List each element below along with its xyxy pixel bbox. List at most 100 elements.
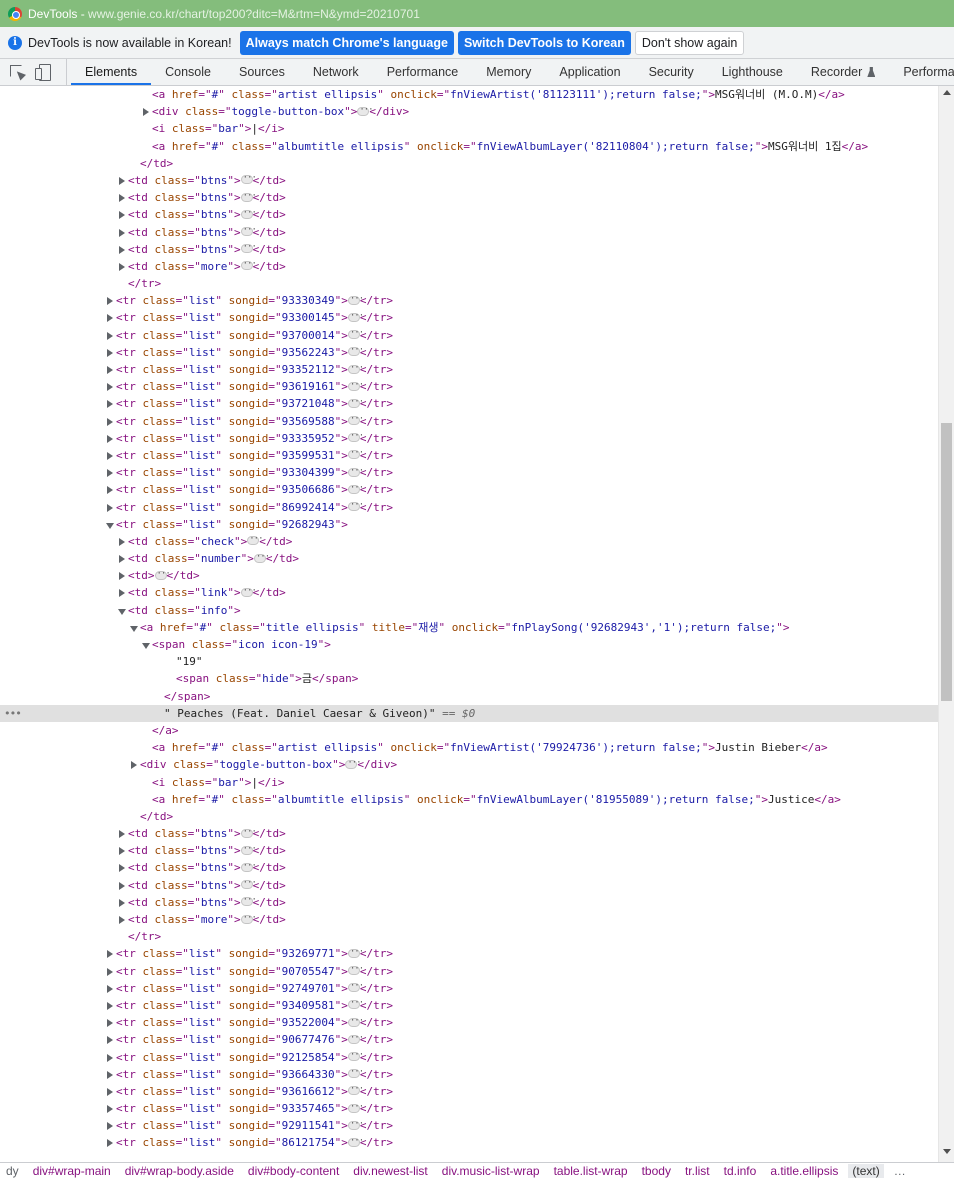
collapsed-content-ellipsis-icon[interactable] — [347, 342, 363, 360]
tab-network[interactable]: Network — [299, 59, 373, 85]
collapsed-content-ellipsis-icon[interactable] — [240, 875, 256, 892]
dom-node-line[interactable]: <tr class="list" songid="93522004"></tr> — [0, 1013, 938, 1031]
collapsed-content-ellipsis-icon[interactable] — [247, 531, 263, 549]
dom-node-line[interactable]: <tr class="list" songid="93599531"></tr> — [0, 445, 938, 464]
breadcrumb-item[interactable]: div#wrap-body.aside — [125, 1164, 234, 1178]
dom-node-line[interactable]: </tr> — [0, 928, 938, 945]
dom-node-line[interactable]: <tr class="list" songid="90705547"></tr> — [0, 961, 938, 980]
collapsed-content-ellipsis-icon[interactable] — [347, 325, 363, 342]
collapsed-content-ellipsis-icon[interactable] — [347, 978, 363, 995]
dom-node-line[interactable]: <span class="hide">금</span> — [0, 670, 938, 687]
dom-node-line[interactable]: <tr class="list" songid="86121754"></tr> — [0, 1133, 938, 1151]
dom-node-line[interactable]: <td class="btns"> </td> — [0, 824, 938, 842]
dom-node-line[interactable]: </span> — [0, 688, 938, 705]
always-match-language-button[interactable]: Always match Chrome's language — [239, 30, 454, 55]
dom-node-line[interactable]: <a href="#" class="artist ellipsis" oncl… — [0, 739, 938, 756]
collapsed-content-ellipsis-icon[interactable] — [347, 944, 363, 961]
tab-performance-insights[interactable]: Performance insights — [889, 59, 954, 85]
dom-node-line[interactable]: <tr class="list" songid="93562243"></tr> — [0, 342, 938, 361]
dom-node-line[interactable]: <a href="#" class="artist ellipsis" oncl… — [0, 86, 938, 103]
switch-to-korean-button[interactable]: Switch DevTools to Korean — [457, 30, 631, 55]
collapsed-content-ellipsis-icon[interactable] — [347, 480, 363, 497]
dom-node-line[interactable]: <a href="#" class="albumtitle ellipsis" … — [0, 138, 938, 155]
breadcrumb-lead[interactable]: dy — [6, 1164, 19, 1178]
tab-elements[interactable]: Elements — [71, 59, 152, 85]
tab-memory[interactable]: Memory — [472, 59, 545, 85]
tab-performance[interactable]: Performance — [373, 59, 473, 85]
collapsed-content-ellipsis-icon[interactable] — [347, 1030, 363, 1047]
collapsed-content-ellipsis-icon[interactable] — [357, 102, 373, 119]
tab-sources[interactable]: Sources — [225, 59, 299, 85]
device-toolbar-icon[interactable] — [34, 63, 52, 81]
collapsed-content-ellipsis-icon[interactable] — [240, 858, 256, 875]
collapsed-content-ellipsis-icon[interactable] — [347, 1047, 363, 1064]
collapsed-content-ellipsis-icon[interactable] — [154, 566, 170, 583]
dom-node-line[interactable]: <td class="btns"> </td> — [0, 892, 938, 911]
dom-node-line[interactable]: <tr class="list" songid="93352112"></tr> — [0, 360, 938, 378]
scroll-up-arrow-icon[interactable] — [943, 90, 951, 95]
dont-show-again-button[interactable]: Don't show again — [634, 30, 745, 55]
dom-node-line[interactable]: <tr class="list" songid="92682943"> — [0, 516, 938, 533]
collapsed-content-ellipsis-icon[interactable] — [347, 291, 363, 308]
breadcrumb-item[interactable]: div.newest-list — [353, 1164, 427, 1178]
dom-node-line[interactable]: <td> </td> — [0, 566, 938, 584]
tab-lighthouse[interactable]: Lighthouse — [708, 59, 797, 85]
dom-node-line[interactable]: <tr class="list" songid="93269771"></tr> — [0, 944, 938, 962]
breadcrumb-item[interactable]: table.list-wrap — [554, 1164, 628, 1178]
dom-node-line[interactable]: <tr class="list" songid="93721048"></tr> — [0, 394, 938, 412]
collapsed-content-ellipsis-icon[interactable] — [347, 463, 363, 480]
dom-node-line[interactable]: <td class="info"> — [0, 602, 938, 619]
collapsed-content-ellipsis-icon[interactable] — [347, 394, 363, 411]
dom-node-line[interactable]: <td class="check"> </td> — [0, 531, 938, 550]
dom-node-line[interactable]: <tr class="list" songid="93569588"></tr> — [0, 411, 938, 430]
collapsed-content-ellipsis-icon[interactable] — [240, 222, 256, 239]
collapsed-content-ellipsis-icon[interactable] — [347, 1133, 363, 1150]
collapsed-content-ellipsis-icon[interactable] — [240, 170, 256, 188]
collapsed-content-ellipsis-icon[interactable] — [347, 360, 363, 377]
selected-dom-node[interactable]: ••• " Peaches (Feat. Daniel Caesar & Give… — [0, 704, 938, 722]
dom-node-line[interactable]: <tr class="list" songid="93409581"></tr> — [0, 995, 938, 1014]
dom-node-line[interactable]: <tr class="list" songid="93330349"></tr> — [0, 291, 938, 309]
collapsed-content-ellipsis-icon[interactable] — [347, 377, 363, 394]
collapsed-content-ellipsis-icon[interactable] — [347, 1081, 363, 1099]
collapsed-content-ellipsis-icon[interactable] — [240, 188, 256, 205]
collapsed-content-ellipsis-icon[interactable] — [347, 411, 363, 428]
collapsed-content-ellipsis-icon[interactable] — [240, 910, 256, 927]
dom-node-line[interactable]: <tr class="list" songid="93664330"></tr> — [0, 1064, 938, 1083]
tab-security[interactable]: Security — [635, 59, 708, 85]
dom-node-line[interactable]: <a href="#" class="albumtitle ellipsis" … — [0, 791, 938, 808]
collapsed-content-ellipsis-icon[interactable] — [345, 755, 361, 772]
collapsed-content-ellipsis-icon[interactable] — [240, 239, 256, 256]
collapsed-content-ellipsis-icon[interactable] — [253, 549, 269, 566]
collapsed-content-ellipsis-icon[interactable] — [240, 824, 256, 841]
dom-node-line[interactable]: <td class="btns"> </td> — [0, 188, 938, 206]
breadcrumb-item[interactable]: div#body-content — [248, 1164, 339, 1178]
dom-node-line[interactable]: </td> — [0, 155, 938, 172]
dom-node-line[interactable]: <td class="btns"> </td> — [0, 205, 938, 223]
breadcrumb-item[interactable]: div#wrap-main — [33, 1164, 111, 1178]
scroll-down-arrow-icon[interactable] — [943, 1149, 951, 1154]
collapsed-content-ellipsis-icon[interactable] — [347, 995, 363, 1013]
collapsed-content-ellipsis-icon[interactable] — [347, 428, 363, 445]
collapsed-content-ellipsis-icon[interactable] — [240, 892, 256, 910]
dom-node-line[interactable]: <tr class="list" songid="90677476"></tr> — [0, 1030, 938, 1048]
collapsed-content-ellipsis-icon[interactable] — [240, 841, 256, 858]
breadcrumb-item[interactable]: a.title.ellipsis — [770, 1164, 838, 1178]
dom-node-line[interactable]: <tr class="list" songid="93616612"></tr> — [0, 1081, 938, 1100]
collapsed-content-ellipsis-icon[interactable] — [347, 497, 363, 514]
dom-node-line[interactable]: <tr class="list" songid="92749701"></tr> — [0, 978, 938, 997]
dom-node-line[interactable]: <td class="more"> </td> — [0, 256, 938, 275]
collapsed-content-ellipsis-icon[interactable] — [347, 1013, 363, 1030]
inspect-element-icon[interactable] — [8, 63, 26, 81]
collapsed-content-ellipsis-icon[interactable] — [347, 445, 363, 463]
elements-tree[interactable]: <a href="#" class="artist ellipsis" oncl… — [0, 86, 938, 1162]
breadcrumb-item[interactable]: div.music-list-wrap — [442, 1164, 540, 1178]
dom-node-line[interactable]: <tr class="list" songid="92125854"></tr> — [0, 1047, 938, 1066]
collapsed-content-ellipsis-icon[interactable] — [240, 256, 256, 274]
dom-node-line[interactable]: <td class="btns"> </td> — [0, 858, 938, 876]
dom-node-line[interactable]: <td class="link"> </td> — [0, 583, 938, 601]
dom-node-line[interactable]: <div class="toggle-button-box"> </div> — [0, 102, 938, 120]
dom-node-line[interactable]: "19" — [0, 653, 938, 670]
breadcrumb-item[interactable]: tbody — [642, 1164, 671, 1178]
dom-node-line[interactable]: <tr class="list" songid="93357465"></tr> — [0, 1099, 938, 1117]
